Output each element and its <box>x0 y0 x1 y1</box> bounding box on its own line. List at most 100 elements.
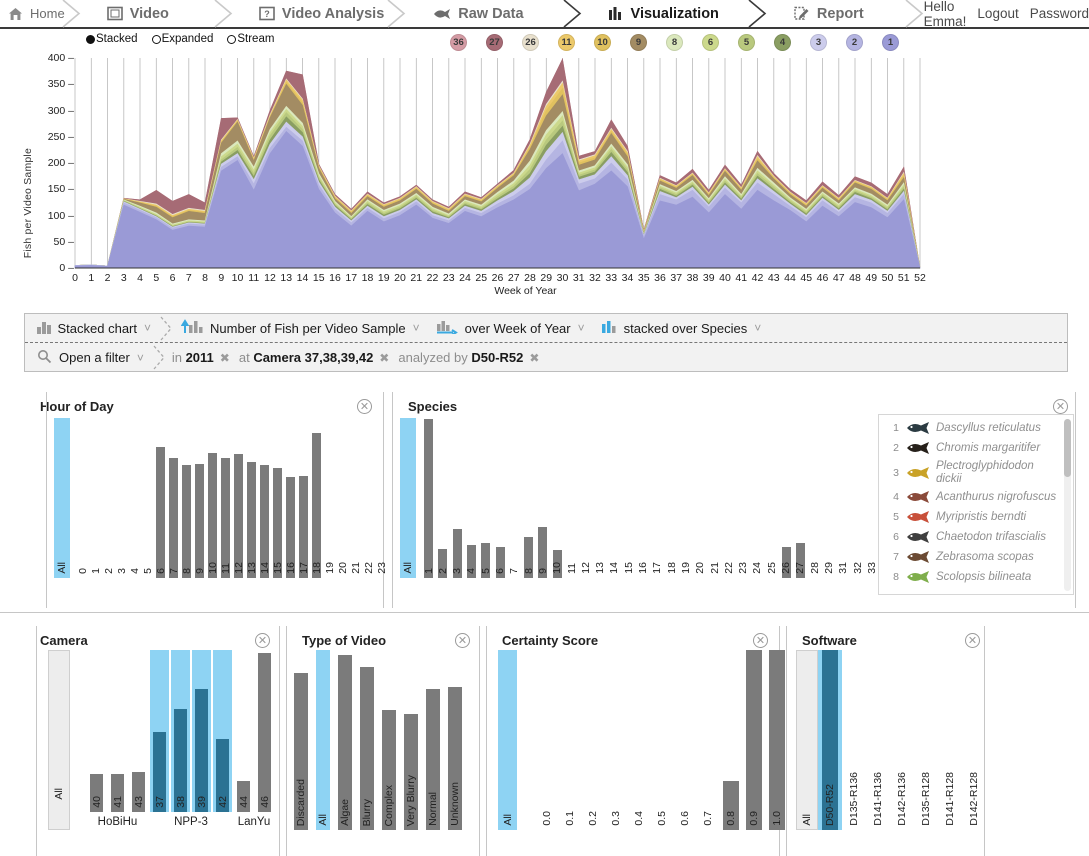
chart-canvas[interactable] <box>0 53 1089 278</box>
chevron-down-icon[interactable]: ˅ <box>578 321 585 335</box>
radio-label: Stacked <box>96 33 138 45</box>
legend-scrollbar[interactable] <box>1064 419 1071 591</box>
facet-bar-label: 7 <box>508 568 521 574</box>
species-legend-item[interactable]: 5 Myripristis berndti <box>883 507 1061 527</box>
facet-panel-type-of-video[interactable]: Type of Video ✕ Discarded All Algae Blurry C… <box>286 626 480 856</box>
legend-badge-8[interactable]: 8 <box>666 34 683 51</box>
legend-badge-4[interactable]: 4 <box>774 34 791 51</box>
radio-dot-icon[interactable] <box>227 34 237 44</box>
facet-bar-11[interactable] <box>221 458 230 578</box>
legend-badge-3[interactable]: 3 <box>810 34 827 51</box>
stacked-area-chart[interactable]: Fish per Video Sample <box>0 53 1089 305</box>
legend-badge-36[interactable]: 36 <box>450 34 467 51</box>
close-icon[interactable]: ✕ <box>455 633 470 648</box>
facet-bar-all[interactable] <box>498 650 517 830</box>
legend-badge-10[interactable]: 10 <box>594 34 611 51</box>
facet-panel-hour-of-day[interactable]: Hour of Day ✕ All 0 1 2 3 4 5 6 7 8 9 10 11 12 13 14 15 1… <box>24 392 388 608</box>
facet-bar-46[interactable] <box>258 653 271 812</box>
facet-bar-7[interactable] <box>169 458 178 578</box>
over-dimension-selector[interactable]: over Week of Year ˅ <box>426 314 591 343</box>
radio-dot-icon[interactable] <box>86 34 95 44</box>
close-icon[interactable]: ✕ <box>753 633 768 648</box>
nav-item-visualization[interactable]: Visualization <box>582 0 767 28</box>
nav-item-report[interactable]: Report <box>767 0 924 28</box>
stacked-over-selector[interactable]: stacked over Species ˅ <box>591 314 768 343</box>
facet-bar-all[interactable] <box>54 418 70 578</box>
close-icon[interactable]: ✕ <box>1053 399 1068 414</box>
panel-title-species: Species <box>408 399 458 414</box>
legend-badge-11[interactable]: 11 <box>558 34 575 51</box>
facet-bar-9[interactable] <box>195 463 204 578</box>
close-icon[interactable]: ✕ <box>255 633 270 648</box>
remove-filter-icon[interactable]: ✖ <box>220 351 230 365</box>
facet-panel-software[interactable]: Software ✕ All D50-R52 D135-R136 D141-R136 D… <box>786 626 1076 856</box>
camera-histogram[interactable]: All 40 41 43 37 38 39 42 44 46 HoBiHu NPP-3 LanYu <box>48 650 278 830</box>
facet-bar-all[interactable] <box>316 650 330 830</box>
facet-bar-39[interactable] <box>195 688 208 812</box>
close-icon[interactable]: ✕ <box>357 399 372 414</box>
radio-stream[interactable]: Stream <box>227 33 274 45</box>
legend-badge-27[interactable]: 27 <box>486 34 503 51</box>
facet-bar-1.0[interactable] <box>769 650 785 830</box>
facet-bar-all[interactable] <box>400 418 416 578</box>
logout-link[interactable]: Logout <box>977 6 1018 21</box>
legend-badge-5[interactable]: 5 <box>738 34 755 51</box>
close-icon[interactable]: ✕ <box>965 633 980 648</box>
species-legend-item[interactable]: 3 Plectroglyphidodon dickii <box>883 458 1061 487</box>
facet-bar-label: 41 <box>111 796 124 808</box>
software-histogram[interactable]: All D50-R52 D135-R136 D141-R136 D142-R136 D13… <box>796 650 982 830</box>
chevron-down-icon[interactable]: ˅ <box>144 321 151 335</box>
facet-panel-camera[interactable]: Camera ✕ All 40 41 43 37 38 39 42 44 46 HoBiHu NPP-… <box>24 626 280 856</box>
filter-token[interactable]: at Camera 37,38,39,42 <box>239 350 373 365</box>
legend-badge-1[interactable]: 1 <box>882 34 899 51</box>
facet-bar-8[interactable] <box>182 464 191 578</box>
legend-scrollbar-thumb[interactable] <box>1064 419 1071 477</box>
facet-bar-6[interactable] <box>156 447 165 578</box>
nav-item-video-analysis[interactable]: ? Video Analysis <box>233 0 406 28</box>
nav-item-raw-data[interactable]: Raw Data <box>406 0 581 28</box>
chart-type-selector[interactable]: Stacked chart ˅ <box>25 314 157 343</box>
species-legend-item[interactable]: 4 Acanthurus nigrofuscus <box>883 487 1061 507</box>
hour-of-day-histogram[interactable]: All 0 1 2 3 4 5 6 7 8 9 10 11 12 13 14 15 16 17 18 19 20 21 22 2… <box>54 418 388 578</box>
species-legend-item[interactable]: 1 Dascyllus reticulatus <box>883 418 1061 438</box>
measure-selector[interactable]: Number of Fish per Video Sample ˅ <box>175 314 426 343</box>
species-legend-item[interactable]: 7 Zebrasoma scopas <box>883 547 1061 567</box>
remove-filter-icon[interactable]: ✖ <box>529 351 539 365</box>
chevron-down-icon[interactable]: ˅ <box>137 351 144 365</box>
facet-bar-13[interactable] <box>247 462 256 578</box>
remove-filter-icon[interactable]: ✖ <box>379 351 389 365</box>
facet-bar-18[interactable] <box>312 432 321 578</box>
species-legend-item[interactable]: 8 Scolopsis bilineata <box>883 567 1061 587</box>
open-filter-selector[interactable]: Open a filter ˅ <box>25 343 150 372</box>
species-legend-item[interactable]: 6 Chaetodon trifascialis <box>883 527 1061 547</box>
facet-panel-certainty-score[interactable]: Certainty Score ✕ All 0.0 0.1 0.2 0.3 0.4 0.5 0… <box>486 626 785 856</box>
filter-token[interactable]: analyzed by D50-R52 <box>398 350 523 365</box>
filter-token[interactable]: in 2011 <box>172 350 214 365</box>
over-dimension-label: over Week of Year <box>464 320 571 336</box>
facet-bar-label: 40 <box>90 796 103 808</box>
password-link[interactable]: Password <box>1030 6 1089 21</box>
legend-badge-6[interactable]: 6 <box>702 34 719 51</box>
type-of-video-histogram[interactable]: Discarded All Algae Blurry Complex Very Blurr… <box>294 650 472 830</box>
certainty-score-histogram[interactable]: All 0.0 0.1 0.2 0.3 0.4 0.5 0.6 0.7 0.8 0.9 1.0 <box>498 650 785 830</box>
species-legend-item[interactable]: 2 Chromis margaritifer <box>883 438 1061 458</box>
facet-bar-12[interactable] <box>234 454 243 578</box>
panel-title-software: Software <box>802 633 857 648</box>
species-legend-panel[interactable]: 1 Dascyllus reticulatus 2 Chromis margariti… <box>878 414 1074 595</box>
facet-bar-label: 0.5 <box>656 811 668 826</box>
facet-bar-all[interactable] <box>796 650 818 830</box>
facet-bar-1[interactable] <box>424 419 433 578</box>
radio-dot-icon[interactable] <box>151 34 161 44</box>
facet-bar-0.9[interactable] <box>746 650 762 830</box>
chevron-down-icon[interactable]: ˅ <box>413 321 420 335</box>
radio-expanded[interactable]: Expanded <box>151 33 213 45</box>
facet-bar-10[interactable] <box>208 452 217 578</box>
facet-bar-all[interactable] <box>48 650 70 830</box>
legend-badge-26[interactable]: 26 <box>522 34 539 51</box>
radio-stacked[interactable]: Stacked <box>86 33 138 45</box>
chevron-down-icon[interactable]: ˅ <box>754 321 761 335</box>
x-axis-tick: 49 <box>865 272 878 284</box>
nav-item-video[interactable]: Video <box>81 0 233 28</box>
legend-badge-2[interactable]: 2 <box>846 34 863 51</box>
legend-badge-9[interactable]: 9 <box>630 34 647 51</box>
